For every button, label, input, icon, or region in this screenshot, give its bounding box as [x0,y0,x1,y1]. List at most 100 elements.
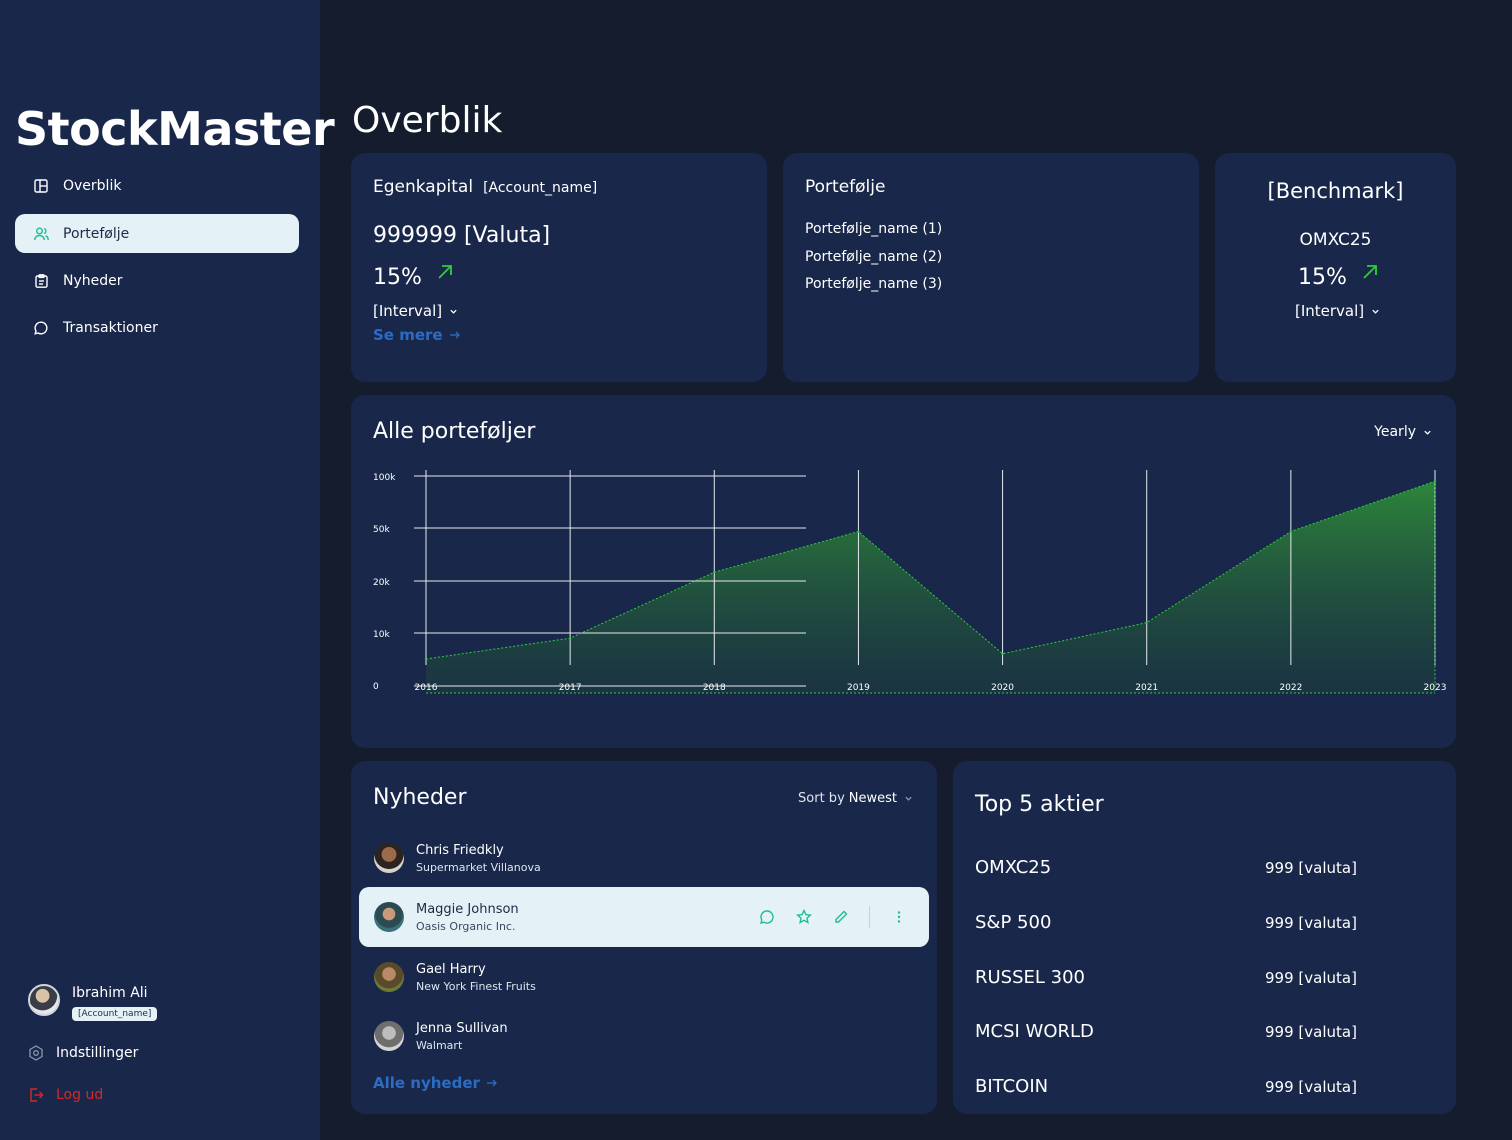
portfolio-item[interactable]: Portefølje_name (1) [805,221,942,237]
interval-label: [Interval] [1295,302,1365,320]
arrow-right-icon [486,1079,497,1087]
news-item[interactable]: Chris Friedkly Supermarket Villanova [359,828,929,888]
news-company: Oasis Organic Inc. [416,919,516,933]
news-item[interactable]: Gael Harry New York Finest Fruits [359,947,929,1007]
news-item[interactable]: Maggie Johnson Oasis Organic Inc. [359,887,929,947]
stock-row[interactable]: OMXC25 999 [valuta] [975,857,1435,878]
news-company: Supermarket Villanova [416,860,541,874]
news-title: Nyheder [373,785,467,810]
stock-value: 999 [valuta] [1265,914,1357,932]
sort-value: Newest [848,791,897,806]
portfolio-item[interactable]: Portefølje_name (2) [805,249,942,265]
data-point [1289,530,1293,533]
data-point [1145,621,1148,624]
stock-name: OMXC25 [975,857,1052,878]
sidebar-item-overblik[interactable]: Overblik [15,166,299,205]
data-point [713,570,716,574]
x-tick-label: 2022 [1279,683,1302,693]
data-point [1433,480,1437,483]
stock-value: 999 [valuta] [1265,1078,1357,1096]
arrow-up-right-icon [436,263,454,281]
chevron-down-icon [450,309,457,314]
sort-label: Sort by [798,791,845,806]
x-tick-label: 2020 [991,683,1014,693]
stock-name: S&P 500 [975,912,1052,933]
settings-link[interactable]: Indstillinger [28,1045,138,1061]
stock-name: RUSSEL 300 [975,967,1086,988]
news-item[interactable]: Jenna Sullivan Walmart [359,1006,929,1066]
stock-row[interactable]: RUSSEL 300 999 [valuta] [975,967,1435,988]
logout-label: Log ud [56,1087,104,1103]
equity-card: Egenkapital [Account_name] 999999 [Valut… [351,153,767,382]
stock-name: MCSI WORLD [975,1021,1094,1042]
benchmark-interval-select[interactable]: [Interval] [1295,302,1380,320]
stock-name: BITCOIN [975,1076,1049,1097]
arrow-up-right-icon [1361,263,1379,281]
equity-value: 999999 [Valuta] [373,223,551,248]
row-actions [738,887,907,947]
sidebar-item-nyheder[interactable]: Nyheder [15,261,299,300]
sort-select[interactable]: Sort by Newest [798,791,913,806]
news-author: Gael Harry [416,961,486,977]
avatar [374,1021,404,1051]
all-portfolios-card: Alle porteføljer Yearly 100k 50k 20k 10k 0 20… [351,395,1456,748]
more-vertical-icon[interactable] [891,909,907,925]
account-badge: [Account_name] [72,1007,158,1021]
equity-account: [Account_name] [483,180,598,196]
y-tick-label: 0 [373,682,379,692]
news-author: Maggie Johnson [416,901,519,917]
x-tick-label: 2021 [1135,683,1158,693]
logout-link[interactable]: Log ud [28,1087,103,1103]
clipboard-icon [33,273,49,289]
area-chart: 100k 50k 20k 10k 0 2016 2017 2018 2019 2020 2021 20… [373,470,1446,694]
all-news-label: Alle nyheder [373,1074,480,1092]
user-name: Ibrahim Ali [72,985,148,1001]
avatar [374,962,404,992]
news-company: Walmart [416,1038,463,1052]
stock-row[interactable]: S&P 500 999 [valuta] [975,912,1435,933]
avatar [28,984,60,1016]
news-company: New York Finest Fruits [416,979,536,993]
stock-row[interactable]: BITCOIN 999 [valuta] [975,1076,1435,1097]
sidebar-item-portefolje[interactable]: Portefølje [15,214,299,253]
benchmark-title: [Benchmark] [1267,179,1404,203]
settings-label: Indstillinger [56,1045,139,1061]
gear-icon [28,1045,44,1061]
app-logo: StockMaster [15,102,335,156]
equity-change: 15% [373,265,422,290]
data-point [424,657,428,661]
stock-row[interactable]: MCSI WORLD 999 [valuta] [975,1021,1435,1042]
sidebar-item-label: Portefølje [63,225,130,242]
interval-label: [Interval] [373,302,443,320]
comment-icon[interactable] [759,909,775,925]
sidebar: StockMaster Overblik Portefølje Nyheder … [0,0,335,1140]
edit-icon[interactable] [833,909,849,925]
see-more-link[interactable]: Se mere [373,326,461,344]
data-point [568,637,572,640]
news-card: Nyheder Sort by Newest Chris Friedkly Su… [351,761,937,1114]
all-news-link[interactable]: Alle nyheder [373,1074,498,1092]
chat-icon [33,320,49,336]
data-point [857,530,860,533]
x-tick-label: 2018 [703,683,726,693]
portfolio-item[interactable]: Portefølje_name (3) [805,276,942,292]
stock-value: 999 [valuta] [1265,969,1357,987]
chevron-down-icon [1372,309,1379,314]
user-profile[interactable]: Ibrahim Ali [Account_name] [28,984,158,1021]
stock-value: 999 [valuta] [1265,1023,1357,1041]
logout-icon [28,1087,44,1103]
x-tick-label: 2017 [559,683,582,693]
stock-value: 999 [valuta] [1265,859,1357,877]
y-tick-label: 10k [373,630,390,640]
sidebar-item-transaktioner[interactable]: Transaktioner [15,308,299,347]
equity-interval-select[interactable]: [Interval] [373,302,458,320]
star-icon[interactable] [796,909,812,925]
benchmark-card: [Benchmark] OMXC25 15% [Interval] [1215,153,1456,382]
data-point [1001,652,1004,655]
y-tick-label: 50k [373,525,390,535]
divider [869,906,870,928]
news-author: Chris Friedkly [416,842,504,858]
users-icon [33,226,49,242]
see-more-label: Se mere [373,326,443,344]
portfolio-card: Portefølje Portefølje_name (1) Portefølj… [783,153,1199,382]
